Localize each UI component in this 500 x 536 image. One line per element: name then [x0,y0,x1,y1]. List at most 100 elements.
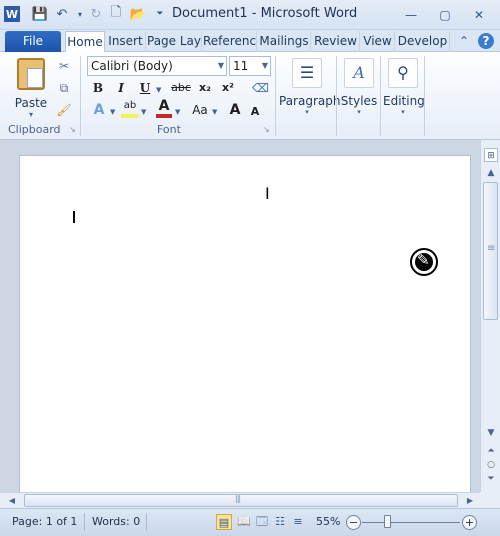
tab-references[interactable]: Referenc [203,31,257,52]
document-area: I [0,140,480,495]
scroll-left-icon[interactable]: ◀ [6,495,18,507]
new-document-icon[interactable]: 🗋 [108,5,124,22]
clipboard-icon [17,58,45,90]
underline-button[interactable]: U [137,78,153,98]
vertical-scrollbar[interactable]: ⊞ ▲ ▼ ⏶ ○ ⏷ [480,140,500,492]
zoom-out-button[interactable]: − [346,515,361,530]
undo-dropdown-icon[interactable]: ▾ [72,6,88,22]
italic-button[interactable]: I [113,78,129,98]
title-bar: W 💾 ↶ ▾ ↻ 🗋 📂 ⏷ Document1 - Microsoft Wo… [0,0,500,30]
full-screen-reading-icon[interactable]: 📖 [236,514,252,530]
draft-view-icon[interactable]: ≡ [290,514,306,530]
clipboard-launcher-icon[interactable]: ↘ [69,126,77,134]
paragraph-button[interactable]: ☰ Paragraph ▾ [279,56,341,120]
font-name-value: Calibri (Body) [91,59,173,73]
scroll-right-icon[interactable]: ▶ [464,495,476,507]
tab-review[interactable]: Review [312,31,360,52]
paragraph-dropdown-icon: ▾ [305,108,309,116]
change-case-button[interactable]: Aa [188,100,212,120]
text-effects-dropdown-icon[interactable]: ▼ [110,108,115,116]
paste-label: Paste [14,96,48,110]
web-layout-icon[interactable]: 🗔 [254,514,270,530]
tab-home[interactable]: Home [65,31,105,53]
subscript-button[interactable]: x₂ [196,78,214,98]
zoom-slider-thumb[interactable] [384,515,391,528]
status-separator [146,513,147,531]
font-color-icon[interactable]: A [156,98,172,118]
maximize-icon[interactable]: ▢ [436,7,454,23]
scroll-up-icon[interactable]: ▲ [484,166,498,180]
minimize-icon[interactable]: — [402,7,420,23]
highlight-dropdown-icon[interactable]: ▼ [141,108,146,116]
word-logo-icon[interactable]: W [4,6,20,22]
vertical-scroll-thumb[interactable] [483,182,498,320]
word-count[interactable]: Words: 0 [92,515,140,528]
group-separator [275,56,276,136]
change-case-dropdown-icon[interactable]: ▼ [212,108,217,116]
browse-object-icon[interactable]: ○ [484,458,498,472]
tab-insert[interactable]: Insert [106,31,146,52]
editing-button[interactable]: ⚲ Editing ▾ [383,56,425,120]
chevron-down-icon: ▼ [261,61,268,70]
clear-formatting-icon[interactable]: ⌫ [252,80,269,96]
font-color-dropdown-icon[interactable]: ▼ [175,108,180,116]
highlight-icon[interactable]: ab [121,98,139,118]
page-count[interactable]: Page: 1 of 1 [12,515,77,528]
copy-icon[interactable]: ⧉ [56,80,72,96]
tab-page-layout[interactable]: Page Lay [147,31,202,52]
binoculars-icon: ⚲ [388,58,418,88]
shrink-font-button[interactable]: A [248,102,262,122]
bold-button[interactable]: B [90,78,106,98]
font-size-combo[interactable]: 11 ▼ [229,56,271,76]
ibeam-cursor-icon: I [265,184,270,203]
outline-view-icon[interactable]: ☷ [272,514,288,530]
text-caret [73,211,75,223]
busy-pen-cursor-icon [410,248,438,276]
next-page-icon[interactable]: ⏷ [484,472,498,486]
zoom-in-button[interactable]: + [462,515,477,530]
strikethrough-button[interactable]: abc [170,78,192,98]
ribbon-home: Paste ▾ ✂ ⧉ 🖌 Clipboard ↘ Calibri (Body)… [0,52,500,140]
window-title: Document1 - Microsoft Word [172,6,358,21]
tab-view[interactable]: View [361,31,395,52]
help-icon[interactable]: ? [478,33,494,49]
redo-icon[interactable]: ↻ [88,6,104,22]
customize-toolbar-icon[interactable]: ⏷ [152,6,168,22]
close-icon[interactable]: ✕ [470,7,488,23]
tab-developer[interactable]: Develop [396,31,450,52]
ruler-toggle-icon[interactable]: ⊞ [484,148,498,162]
horizontal-scrollbar[interactable]: ◀ ▶ [0,492,480,508]
zoom-level[interactable]: 55% [316,515,340,528]
paste-button[interactable]: Paste ▾ [10,56,52,120]
group-separator [80,56,81,136]
group-separator [424,56,425,136]
print-layout-icon[interactable]: ▤ [216,514,232,530]
editing-label: Editing [383,94,425,108]
scroll-down-icon[interactable]: ▼ [484,426,498,440]
open-folder-icon[interactable]: 📂 [130,6,146,22]
font-group-label: Font [157,123,181,136]
format-painter-icon[interactable]: 🖌 [56,102,72,118]
text-effects-icon[interactable]: A [90,100,108,120]
tab-mailings[interactable]: Mailings [258,31,311,52]
minimize-ribbon-icon[interactable]: ⌃ [456,33,472,49]
align-center-icon: ☰ [292,58,322,88]
save-icon[interactable]: 💾 [32,6,48,22]
undo-icon[interactable]: ↶ [54,6,70,22]
zoom-slider-track[interactable] [362,522,460,523]
font-launcher-icon[interactable]: ↘ [263,126,271,134]
underline-dropdown-icon[interactable]: ▼ [156,86,161,94]
previous-page-icon[interactable]: ⏶ [484,444,498,458]
styles-button[interactable]: A Styles ▾ [340,56,378,120]
group-separator [336,56,337,136]
font-size-value: 11 [233,59,249,73]
grow-font-button[interactable]: A [228,100,242,120]
document-page[interactable]: I [19,155,471,495]
horizontal-scroll-thumb[interactable] [24,494,458,507]
paragraph-label: Paragraph [279,94,341,108]
chevron-down-icon: ▼ [217,61,224,70]
tab-file[interactable]: File [5,31,61,52]
superscript-button[interactable]: x² [219,78,237,98]
cut-icon[interactable]: ✂ [56,58,72,74]
font-name-combo[interactable]: Calibri (Body) ▼ [87,56,227,76]
